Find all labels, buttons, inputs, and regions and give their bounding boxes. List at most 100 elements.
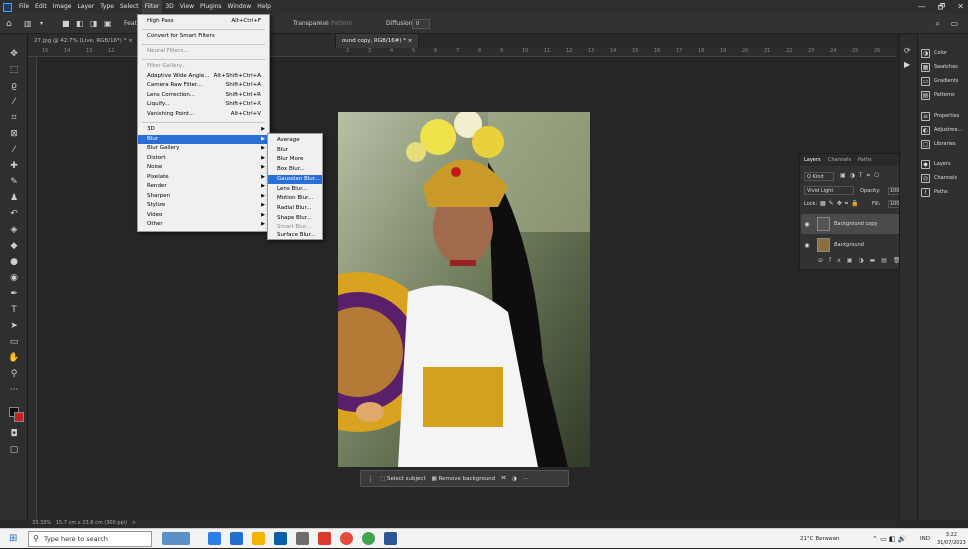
menu-item-lens-correction[interactable]: Lens Correction... Shift+Ctrl+R: [138, 91, 269, 101]
background-color-swatch[interactable]: [14, 412, 24, 422]
menu-help[interactable]: Help: [254, 0, 274, 14]
menu-image[interactable]: Image: [50, 0, 75, 14]
menu-item-blur-more[interactable]: Blur More: [268, 155, 322, 165]
brush-tool-icon[interactable]: ✎: [7, 176, 21, 188]
zoom-level[interactable]: 33.33%: [32, 520, 51, 526]
lasso-tool-icon[interactable]: ϱ: [7, 80, 21, 92]
menu-item-motion-blur[interactable]: Motion Blur...: [268, 194, 322, 204]
chrome-profile-icon[interactable]: [362, 532, 375, 545]
panel-adjustments[interactable]: ◐ Adjustme...: [921, 124, 962, 136]
close-icon[interactable]: ✕: [957, 0, 964, 14]
tab-paths[interactable]: Paths: [858, 156, 872, 165]
healing-tool-icon[interactable]: ✚: [7, 160, 21, 172]
crop-tool-icon[interactable]: ⌗: [7, 112, 21, 124]
menu-item-lens-blur[interactable]: Lens Blur...: [268, 185, 322, 195]
chrome-icon[interactable]: [208, 532, 221, 545]
tab-layers[interactable]: Layers: [804, 156, 821, 165]
menu-select[interactable]: Select: [117, 0, 142, 14]
menu-item-blur-basic[interactable]: Blur: [268, 146, 322, 156]
edge-icon[interactable]: [230, 532, 243, 545]
tab-close-icon[interactable]: ×: [128, 38, 133, 44]
eraser-tool-icon[interactable]: ◈: [7, 224, 21, 236]
tab-document-2[interactable]: ound copy, RGB/16#) * ×: [335, 34, 420, 48]
dropdown-icon[interactable]: ▾: [40, 18, 43, 30]
menu-window[interactable]: Window: [225, 0, 255, 14]
magic-wand-tool-icon[interactable]: ⁄: [7, 96, 21, 108]
layer-filter-kind[interactable]: Q Kind: [804, 172, 834, 181]
marquee-tool-icon[interactable]: ⬚: [7, 64, 21, 76]
menu-file[interactable]: File: [16, 0, 32, 14]
visibility-eye-icon[interactable]: ◉: [801, 242, 813, 249]
menu-item-surface-blur[interactable]: Surface Blur...: [268, 231, 322, 241]
actions-icon[interactable]: ▶: [904, 60, 910, 69]
windows-start-icon[interactable]: ⊞: [9, 533, 17, 544]
menu-filter[interactable]: Filter: [141, 0, 163, 14]
add-selection-icon[interactable]: ◧: [76, 18, 84, 30]
menu-item-stylize[interactable]: Stylize ▶: [138, 201, 269, 211]
tray-icons[interactable]: ⌃ ▭ ◧ 🔊: [872, 529, 906, 549]
new-selection-icon[interactable]: ■: [62, 18, 70, 30]
restore-icon[interactable]: 🗗: [938, 0, 946, 14]
panel-gradients[interactable]: ▭ Gradients: [921, 75, 958, 87]
menu-item-pixelate[interactable]: Pixelate ▶: [138, 173, 269, 183]
app-icon[interactable]: [296, 532, 309, 545]
history-icon[interactable]: ⟳: [904, 46, 911, 55]
menu-edit[interactable]: Edit: [32, 0, 50, 14]
menu-3d[interactable]: 3D: [162, 0, 176, 14]
taskbar-widget-icon[interactable]: [162, 532, 190, 545]
menu-item-noise[interactable]: Noise ▶: [138, 163, 269, 173]
menu-item-3d[interactable]: 3D ▶: [138, 125, 269, 135]
menu-item-camera-raw[interactable]: Camera Raw Filter... Shift+Ctrl+A: [138, 81, 269, 91]
minimize-icon[interactable]: —: [918, 0, 926, 14]
tab-close-icon[interactable]: ×: [408, 38, 413, 44]
menu-item-video[interactable]: Video ▶: [138, 211, 269, 221]
quick-mask-icon[interactable]: ◘: [7, 428, 21, 440]
layer-row[interactable]: ◉ Background 🔒: [801, 235, 915, 255]
layer-row[interactable]: ◉ Background copy: [801, 214, 915, 234]
drag-handle[interactable]: ⋮: [367, 475, 374, 483]
status-arrow-icon[interactable]: >: [132, 520, 136, 526]
menu-item-shape-blur[interactable]: Shape Blur...: [268, 214, 322, 224]
menu-item-blur-gallery[interactable]: Blur Gallery ▶: [138, 144, 269, 154]
diffusion-field[interactable]: 0: [412, 19, 430, 29]
menu-item-distort[interactable]: Distort ▶: [138, 154, 269, 164]
move-tool-icon[interactable]: ✥: [7, 48, 21, 60]
panel-patterns[interactable]: ▤ Patterns: [921, 89, 955, 101]
clock[interactable]: 3:22 31/07/2023: [937, 531, 966, 547]
language-indicator[interactable]: IND: [920, 529, 930, 549]
menu-item-convert-smart-filters[interactable]: Convert for Smart Filters: [138, 32, 269, 42]
path-selection-tool-icon[interactable]: ➤: [7, 320, 21, 332]
menu-item-blur[interactable]: Blur ▶: [138, 134, 269, 144]
menu-item-box-blur[interactable]: Box Blur...: [268, 165, 322, 175]
menu-item-gaussian-blur[interactable]: Gaussian Blur...: [268, 174, 322, 185]
tool-preset-icon[interactable]: ▥: [24, 18, 32, 30]
hand-tool-icon[interactable]: ✋: [7, 352, 21, 364]
menu-item-adaptive-wide-angle[interactable]: Adaptive Wide Angle... Alt+Shift+Ctrl+A: [138, 72, 269, 82]
paint-bucket-tool-icon[interactable]: ◆: [7, 240, 21, 252]
word-icon[interactable]: [384, 532, 397, 545]
panel-layers[interactable]: ◆ Layers: [921, 158, 951, 170]
zoom-tool-icon[interactable]: ⚲: [7, 368, 21, 380]
more-options-button[interactable]: ···: [523, 476, 528, 482]
menu-plugins[interactable]: Plugins: [197, 0, 225, 14]
frame-tool-icon[interactable]: ⊠: [7, 128, 21, 140]
menu-view[interactable]: View: [177, 0, 197, 14]
visibility-eye-icon[interactable]: ◉: [801, 221, 813, 228]
search-icon[interactable]: ⌕: [936, 18, 940, 30]
menu-item-high-pass[interactable]: High Pass Alt+Ctrl+F: [138, 17, 269, 27]
menu-item-vanishing-point[interactable]: Vanishing Point... Alt+Ctrl+V: [138, 110, 269, 120]
file-explorer-icon[interactable]: [252, 532, 265, 545]
menu-type[interactable]: Type: [97, 0, 117, 14]
app-icon[interactable]: [318, 532, 331, 545]
menu-item-sharpen[interactable]: Sharpen ▶: [138, 192, 269, 202]
workspace-icon[interactable]: ▭: [950, 18, 958, 30]
subtract-selection-icon[interactable]: ◨: [90, 18, 98, 30]
tab-document-1[interactable]: 27.jpg @ 42.7% (Live, RGB/16*) * ×: [28, 34, 140, 48]
more-tools-icon[interactable]: ···: [7, 384, 21, 396]
panel-paths[interactable]: ⌇ Paths: [921, 186, 948, 198]
panel-color[interactable]: ◑ Color: [921, 47, 947, 59]
stamp-tool-icon[interactable]: ♟: [7, 192, 21, 204]
blend-mode-select[interactable]: Vivid Light: [804, 186, 854, 195]
menu-layer[interactable]: Layer: [74, 0, 97, 14]
shape-tool-icon[interactable]: ▭: [7, 336, 21, 348]
